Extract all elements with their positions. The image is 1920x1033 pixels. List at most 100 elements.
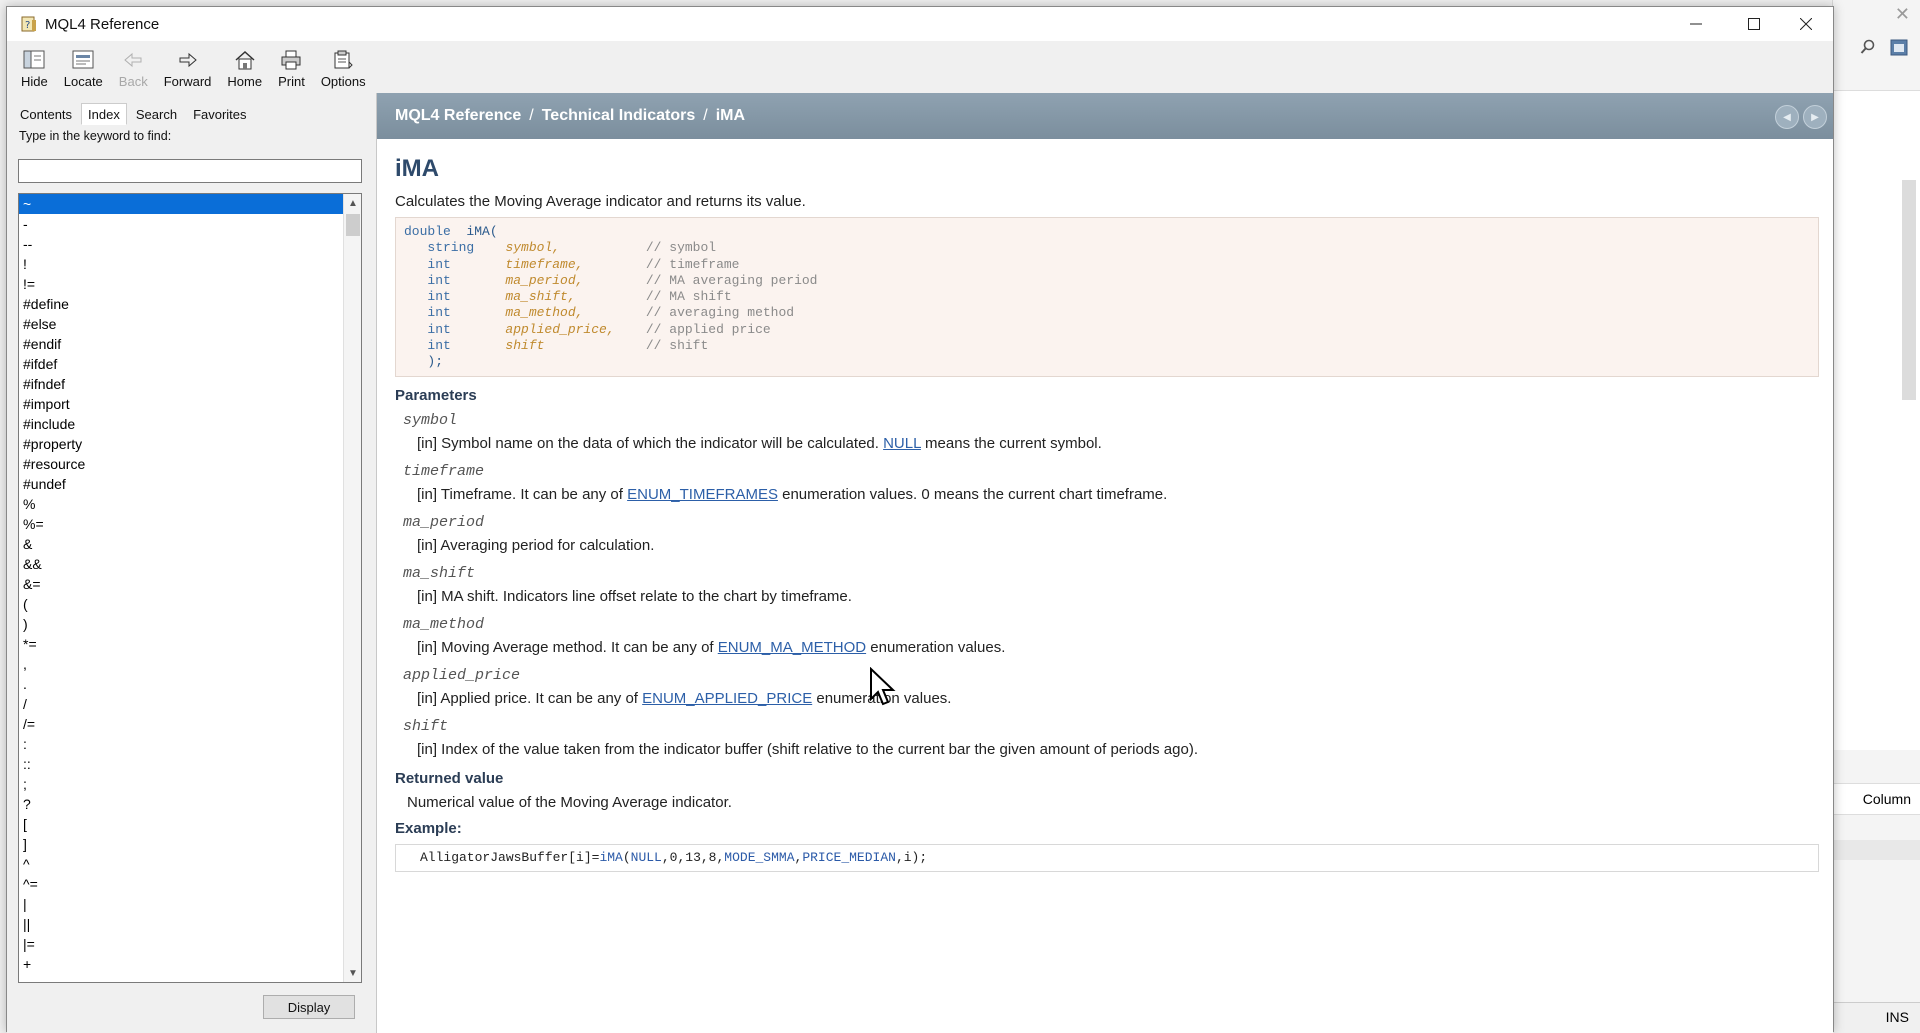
- background-toolbar: [1833, 28, 1920, 68]
- index-list-item[interactable]: ||: [19, 914, 343, 934]
- index-list[interactable]: ~ - --! != #define #else #endif #ifdef #ifndef #i…: [18, 193, 362, 983]
- index-list-item[interactable]: #endif: [19, 334, 343, 354]
- locate-button[interactable]: Locate: [56, 43, 111, 93]
- maximize-button[interactable]: [1725, 7, 1783, 41]
- index-list-item[interactable]: #property: [19, 434, 343, 454]
- parameter-name: applied_price: [403, 667, 521, 684]
- index-list-item[interactable]: #ifndef: [19, 374, 343, 394]
- tab-favorites[interactable]: Favorites: [186, 103, 253, 125]
- index-list-item[interactable]: &: [19, 534, 343, 554]
- index-scrollbar[interactable]: ▲ ▼: [343, 194, 361, 982]
- index-list-item[interactable]: ~: [19, 194, 343, 214]
- parameter-link[interactable]: ENUM_APPLIED_PRICE: [642, 690, 812, 707]
- parameter-text-tail: enumeration values. 0 means the current …: [777, 486, 1168, 503]
- index-list-item[interactable]: .: [19, 674, 343, 694]
- param-name: ma_period,: [505, 272, 584, 288]
- calendar-icon[interactable]: [1890, 38, 1908, 59]
- index-list-item[interactable]: #include: [19, 414, 343, 434]
- param-type: int: [427, 256, 451, 272]
- index-list-item[interactable]: |=: [19, 934, 343, 954]
- index-list-item[interactable]: ^: [19, 854, 343, 874]
- index-list-item[interactable]: &&: [19, 554, 343, 574]
- forward-label: Forward: [163, 74, 212, 89]
- pane-splitter[interactable]: [369, 93, 377, 1033]
- breadcrumb-item-root[interactable]: MQL4 Reference: [395, 107, 521, 125]
- index-list-item[interactable]: #define: [19, 294, 343, 314]
- index-list-item[interactable]: %=: [19, 514, 343, 534]
- nav-tabs: Contents Index Search Favorites: [13, 103, 254, 125]
- index-list-item[interactable]: +: [19, 954, 343, 974]
- index-list-item[interactable]: *=: [19, 634, 343, 654]
- options-button[interactable]: Options: [313, 43, 374, 93]
- index-list-item[interactable]: (: [19, 594, 343, 614]
- help-book-icon: ?: [19, 14, 39, 34]
- display-button[interactable]: Display: [263, 995, 355, 1019]
- home-button[interactable]: Home: [219, 43, 270, 93]
- help-window: ? MQL4 Reference Hide Locate Back Forwar…: [6, 6, 1834, 1033]
- param-comment: // MA averaging period: [645, 272, 818, 288]
- index-list-item[interactable]: #ifdef: [19, 354, 343, 374]
- signature-params: string symbol, // symbol int timeframe, …: [404, 240, 818, 353]
- forward-button[interactable]: Forward: [156, 43, 220, 93]
- index-list-item[interactable]: --: [19, 234, 343, 254]
- index-list-item[interactable]: |: [19, 894, 343, 914]
- title-bar: ? MQL4 Reference: [7, 7, 1833, 41]
- keyword-input[interactable]: [18, 159, 362, 183]
- index-list-item[interactable]: %: [19, 494, 343, 514]
- index-list-item[interactable]: ;: [19, 774, 343, 794]
- index-list-item[interactable]: :: [19, 734, 343, 754]
- index-list-item[interactable]: !=: [19, 274, 343, 294]
- back-button[interactable]: Back: [111, 43, 156, 93]
- background-app: ✕ ▲ Column INS: [1832, 0, 1920, 1032]
- chevron-down-icon[interactable]: ▼: [344, 964, 361, 982]
- index-list-item[interactable]: [: [19, 814, 343, 834]
- close-button[interactable]: [1777, 7, 1835, 41]
- returned-text: Numerical value of the Moving Average in…: [407, 794, 732, 811]
- print-button[interactable]: Print: [270, 43, 313, 93]
- index-list-item[interactable]: ^=: [19, 874, 343, 894]
- hide-button[interactable]: Hide: [13, 43, 56, 93]
- breadcrumb-separator: /: [529, 107, 534, 124]
- parameter-link[interactable]: ENUM_MA_METHOD: [718, 639, 866, 656]
- topic-body: iMA Calculates the Moving Average indica…: [395, 151, 1831, 872]
- index-list-item[interactable]: #resource: [19, 454, 343, 474]
- previous-topic-icon[interactable]: ◀: [1775, 105, 1799, 129]
- next-topic-icon[interactable]: ▶: [1803, 105, 1827, 129]
- chevron-up-icon[interactable]: ▲: [344, 194, 361, 212]
- index-list-item[interactable]: #import: [19, 394, 343, 414]
- breadcrumb-item-category[interactable]: Technical Indicators: [542, 107, 696, 125]
- index-list-item[interactable]: ): [19, 614, 343, 634]
- scroll-thumb[interactable]: [346, 214, 360, 236]
- example-end: ,i);: [895, 850, 928, 865]
- index-list-item[interactable]: #undef: [19, 474, 343, 494]
- returned-section: Returned value Numerical value of the Mo…: [395, 768, 1831, 816]
- tab-contents[interactable]: Contents: [13, 103, 79, 125]
- parameter-link[interactable]: NULL: [883, 435, 921, 452]
- tab-index[interactable]: Index: [81, 103, 127, 125]
- tab-search[interactable]: Search: [129, 103, 184, 125]
- index-list-item[interactable]: &=: [19, 574, 343, 594]
- index-list-item[interactable]: ]: [19, 834, 343, 854]
- background-close-icon[interactable]: ✕: [1833, 0, 1920, 28]
- index-list-item[interactable]: /=: [19, 714, 343, 734]
- parameter-text: [in] Averaging period for calculation.: [417, 537, 655, 554]
- example-lhs: AlligatorJawsBuffer[i]=: [420, 850, 600, 865]
- minimize-button[interactable]: [1667, 7, 1725, 41]
- background-scrollbar[interactable]: [1902, 180, 1916, 400]
- index-list-item[interactable]: -: [19, 214, 343, 234]
- search-icon[interactable]: [1860, 39, 1876, 58]
- locate-icon: [72, 50, 94, 69]
- index-list-item[interactable]: ?: [19, 794, 343, 814]
- index-list-item[interactable]: /: [19, 694, 343, 714]
- parameter-link[interactable]: ENUM_TIMEFRAMES: [627, 486, 778, 503]
- toolbar: Hide Locate Back Forward Home Print Opti…: [7, 41, 1833, 93]
- index-list-item[interactable]: ::: [19, 754, 343, 774]
- parameter-name: timeframe: [403, 463, 485, 480]
- parameter-description: [in] Moving Average method. It can be an…: [395, 636, 1831, 662]
- print-label: Print: [278, 74, 305, 89]
- index-list-item[interactable]: ,: [19, 654, 343, 674]
- function-name: iMA(: [466, 224, 498, 239]
- example-title: Example:: [395, 820, 462, 837]
- index-list-item[interactable]: !: [19, 254, 343, 274]
- index-list-item[interactable]: #else: [19, 314, 343, 334]
